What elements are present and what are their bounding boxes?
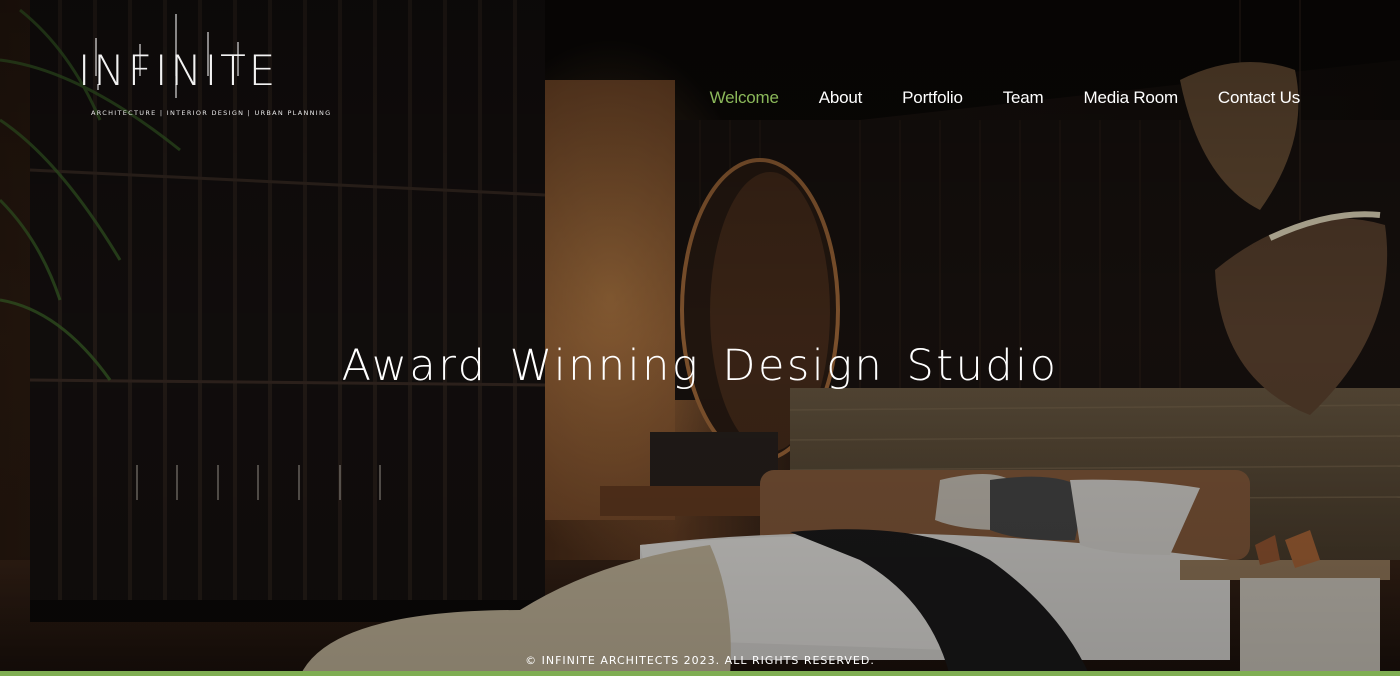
footer-copyright: © INFINITE ARCHITECTS 2023. ALL RIGHTS R… — [525, 654, 875, 667]
nav-item-portfolio[interactable]: Portfolio — [902, 88, 963, 108]
nav-item-media-room[interactable]: Media Room — [1084, 88, 1179, 108]
brand-logo[interactable]: INFINITE ARCHITECTURE | INTERIOR DESIGN … — [78, 14, 330, 124]
page: INFINITE ARCHITECTURE | INTERIOR DESIGN … — [0, 0, 1400, 676]
logo-wordmark: INFINITE — [78, 46, 279, 95]
nav-item-about[interactable]: About — [819, 88, 863, 108]
nav-item-team[interactable]: Team — [1003, 88, 1044, 108]
logo-tagline: ARCHITECTURE | INTERIOR DESIGN | URBAN P… — [91, 109, 332, 117]
hero-title: Award Winning Design Studio — [341, 340, 1059, 391]
main-nav: Welcome About Portfolio Team Media Room … — [710, 88, 1301, 108]
nav-item-contact-us[interactable]: Contact Us — [1218, 88, 1300, 108]
footer-accent-bar — [0, 671, 1400, 676]
nav-item-welcome[interactable]: Welcome — [710, 88, 779, 108]
